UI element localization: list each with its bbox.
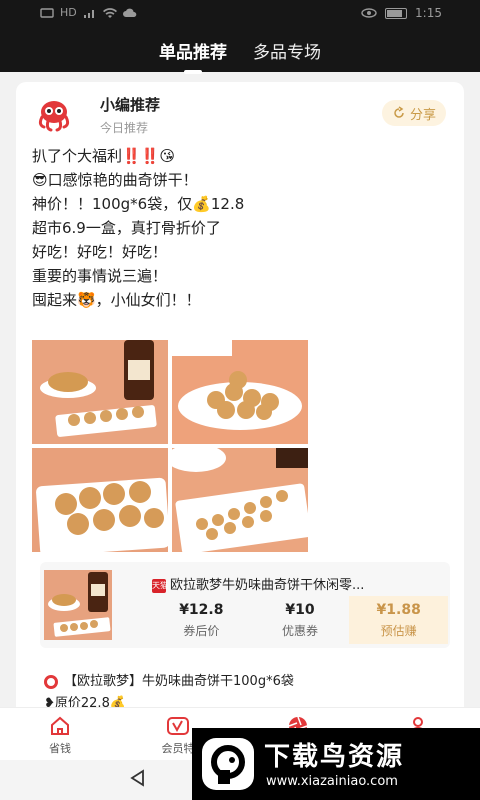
post-text-line: 重要的事情说三遍！	[32, 267, 168, 285]
post-text-line: 😎口感惊艳的曲奇饼干！	[32, 171, 198, 189]
after-coupon-label: 券后价	[183, 624, 220, 638]
cookie-photo[interactable]	[32, 340, 168, 444]
post-text-line: 扒了个大福利‼️‼️😘	[32, 147, 175, 165]
product-title-text: 欧拉歌梦牛奶味曲奇饼干休闲零...	[170, 578, 365, 593]
share-button[interactable]: 分享	[381, 100, 446, 126]
circle-icon	[44, 674, 58, 689]
share-label: 分享	[409, 107, 436, 123]
after-coupon-value: ¥12.8	[179, 602, 224, 618]
product-card[interactable]: 天猫 欧拉歌梦牛奶味曲奇饼干休闲零... ¥12.8 券后价 ¥10 优惠券 ¥1…	[40, 562, 450, 648]
cookie-photo[interactable]	[172, 340, 308, 444]
earn-value: ¥1.88	[376, 602, 421, 618]
nav-item-save[interactable]: 省钱	[20, 716, 100, 756]
octopus-icon	[38, 101, 70, 132]
product-thumbnail[interactable]	[44, 570, 112, 640]
avatar	[34, 95, 74, 135]
app-header: HD 1:15 单品推荐 多品专场	[0, 0, 480, 74]
watermark-banner: 下载鸟资源 www.xiazainiao.com	[192, 728, 480, 800]
post-text: 扒了个大福利‼️‼️😘 😎口感惊艳的曲奇饼干！ 神价！！100g*6袋，仅💰12…	[32, 144, 452, 312]
share-icon	[394, 106, 404, 118]
status-left: HD	[40, 6, 137, 19]
earn-label: 预估赚	[380, 624, 417, 638]
eye-icon	[361, 8, 377, 18]
tmall-badge: 天猫	[152, 578, 168, 593]
signal-icon	[83, 9, 94, 18]
post-text-line: 神价！！100g*6袋，仅💰12.8	[32, 195, 245, 213]
battery-icon	[385, 7, 408, 19]
watermark-title: 下载鸟资源	[264, 742, 405, 772]
watermark-logo	[202, 738, 254, 790]
status-right: 1:15	[361, 6, 442, 20]
status-time: 1:15	[415, 6, 442, 20]
back-button[interactable]	[128, 768, 148, 794]
coupon-info[interactable]: ¥10 优惠券	[251, 596, 350, 644]
photo-grid	[32, 340, 308, 552]
nav-label: 省钱	[49, 742, 71, 755]
wifi-icon	[102, 7, 117, 18]
tab-multi-special[interactable]: 多品专场	[253, 38, 321, 68]
cookie-photo[interactable]	[172, 448, 308, 552]
carrier-label: HD	[60, 6, 77, 19]
tab-single-recommend[interactable]: 单品推荐	[159, 38, 227, 74]
author-text: 小编推荐 今日推荐	[100, 94, 160, 136]
post-text-line: 囤起来🐯，小仙女们！！	[32, 291, 201, 309]
home-icon	[51, 716, 69, 735]
tab-bar: 单品推荐 多品专场	[0, 38, 480, 74]
next-post-title-text: 【欧拉歌梦】牛奶味曲奇饼干100g*6袋	[64, 674, 294, 689]
after-coupon-price: ¥12.8 券后价	[152, 596, 251, 644]
post-card: 小编推荐 今日推荐 分享 扒了个大福利‼️‼️😘 😎口感惊艳的曲奇饼干！ 神价！…	[16, 82, 464, 722]
post-text-line: 好吃！好吃！好吃！	[32, 243, 168, 261]
post-text-line: 超市6.9一盒，真打骨折价了	[32, 219, 221, 237]
coupon-value: ¥10	[285, 602, 315, 618]
vip-icon	[167, 717, 189, 735]
watermark-url: www.xiazainiao.com	[266, 774, 398, 789]
product-title[interactable]: 天猫 欧拉歌梦牛奶味曲奇饼干休闲零...	[152, 574, 452, 593]
author-name: 小编推荐	[100, 96, 161, 114]
notification-icon	[40, 7, 54, 18]
post-author: 小编推荐 今日推荐	[34, 94, 160, 136]
status-bar: HD 1:15	[0, 0, 480, 28]
bird-logo-icon	[211, 745, 245, 784]
author-subtitle: 今日推荐	[100, 121, 149, 135]
price-row: ¥12.8 券后价 ¥10 优惠券 ¥1.88 预估赚	[152, 596, 449, 644]
cloud-icon	[122, 8, 137, 17]
cookie-photo[interactable]	[32, 448, 168, 552]
next-post-title: 【欧拉歌梦】牛奶味曲奇饼干100g*6袋	[44, 670, 294, 689]
back-triangle-icon	[130, 769, 144, 787]
estimated-earn[interactable]: ¥1.88 预估赚	[349, 596, 449, 644]
coupon-label: 优惠券	[282, 624, 319, 638]
